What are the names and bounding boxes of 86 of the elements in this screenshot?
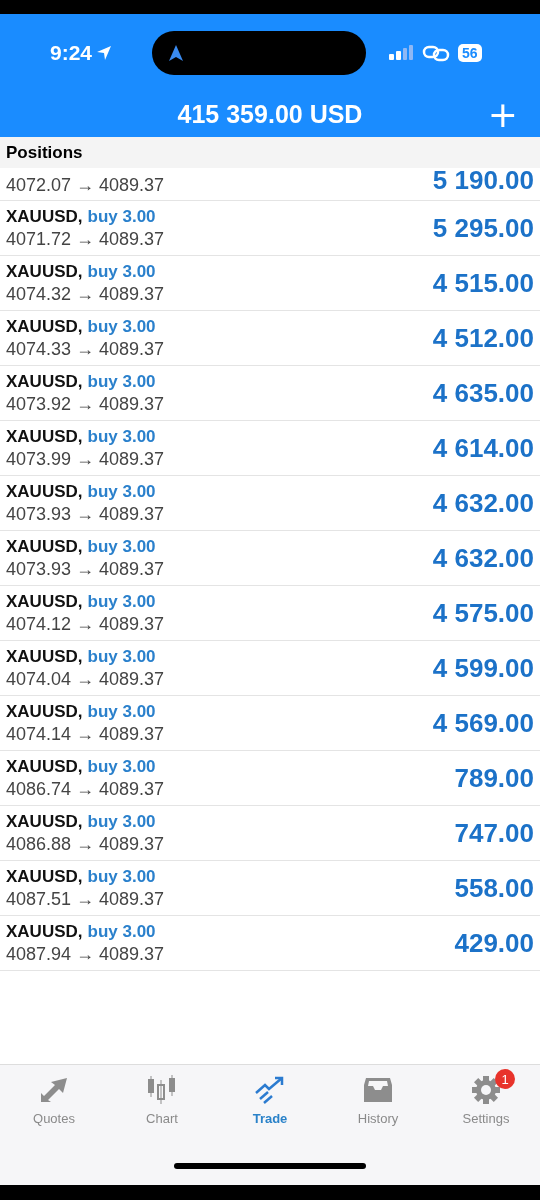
position-symbol: XAUUSD, bbox=[6, 701, 83, 722]
position-prices: 4073.93 → 4089.37 bbox=[6, 503, 165, 525]
position-row[interactable]: XAUUSD, buy 3.00 4074.04 → 4089.37 4 599.00 bbox=[0, 641, 540, 696]
position-side: buy 3.00 bbox=[87, 866, 156, 887]
position-symbol: XAUUSD, bbox=[6, 536, 83, 557]
position-row[interactable]: 4072.07 → 4089.37 5 190.00 bbox=[0, 168, 540, 201]
tab-button[interactable]: Trade bbox=[216, 1065, 324, 1147]
section-header: Positions bbox=[0, 137, 540, 168]
battery-level: 56 bbox=[458, 44, 482, 62]
navigation-icon bbox=[168, 44, 185, 62]
position-prices: 4074.04 → 4089.37 bbox=[6, 668, 165, 690]
position-row[interactable]: XAUUSD, buy 3.00 4071.72 → 4089.37 5 295.00 bbox=[0, 201, 540, 256]
position-symbol: XAUUSD, bbox=[6, 591, 83, 612]
position-row[interactable]: XAUUSD, buy 3.00 4074.12 → 4089.37 4 575.00 bbox=[0, 586, 540, 641]
position-profit: 4 599.00 bbox=[432, 652, 534, 684]
position-profit: 4 632.00 bbox=[432, 542, 534, 574]
position-row[interactable]: XAUUSD, buy 3.00 4073.93 → 4089.37 4 632.00 bbox=[0, 531, 540, 586]
position-prices: 4074.14 → 4089.37 bbox=[6, 723, 165, 745]
position-side: buy 3.00 bbox=[87, 261, 156, 282]
position-side: buy 3.00 bbox=[87, 206, 156, 227]
position-row[interactable]: XAUUSD, buy 3.00 4074.14 → 4089.37 4 569.00 bbox=[0, 696, 540, 751]
position-profit: 429.00 bbox=[454, 927, 534, 959]
position-row[interactable]: XAUUSD, buy 3.00 4073.99 → 4089.37 4 614.00 bbox=[0, 421, 540, 476]
position-side: buy 3.00 bbox=[87, 316, 156, 337]
position-prices: 4086.74 → 4089.37 bbox=[6, 778, 165, 800]
position-prices: 4072.07 → 4089.37 bbox=[6, 175, 165, 196]
position-side: buy 3.00 bbox=[87, 371, 156, 392]
position-profit: 4 512.00 bbox=[432, 322, 534, 354]
position-profit: 4 515.00 bbox=[432, 267, 534, 299]
position-side: buy 3.00 bbox=[87, 591, 156, 612]
position-symbol: XAUUSD, bbox=[6, 646, 83, 667]
position-row[interactable]: XAUUSD, buy 3.00 4086.88 → 4089.37 747.00 bbox=[0, 806, 540, 861]
position-profit: 747.00 bbox=[454, 817, 534, 849]
position-side: buy 3.00 bbox=[87, 811, 156, 832]
position-symbol: XAUUSD, bbox=[6, 316, 83, 337]
position-symbol: XAUUSD, bbox=[6, 206, 83, 227]
position-row[interactable]: XAUUSD, buy 3.00 4086.74 → 4089.37 789.00 bbox=[0, 751, 540, 806]
position-profit: 4 632.00 bbox=[432, 487, 534, 519]
position-prices: 4071.72 → 4089.37 bbox=[6, 228, 165, 250]
position-prices: 4087.94 → 4089.37 bbox=[6, 943, 165, 965]
position-profit: 4 569.00 bbox=[432, 707, 534, 739]
position-row[interactable]: XAUUSD, buy 3.00 4087.51 → 4089.37 558.00 bbox=[0, 861, 540, 916]
position-symbol: XAUUSD, bbox=[6, 371, 83, 392]
position-prices: 4087.51 → 4089.37 bbox=[6, 888, 165, 910]
position-symbol: XAUUSD, bbox=[6, 426, 83, 447]
position-symbol: XAUUSD, bbox=[6, 921, 83, 942]
position-row[interactable]: XAUUSD, buy 3.00 4087.94 → 4089.37 429.00 bbox=[0, 916, 540, 971]
position-symbol: XAUUSD, bbox=[6, 866, 83, 887]
signal-icon bbox=[388, 45, 415, 61]
location-arrow-icon bbox=[96, 45, 113, 61]
position-symbol: XAUUSD, bbox=[6, 756, 83, 777]
position-symbol: XAUUSD, bbox=[6, 261, 83, 282]
link-icon bbox=[422, 44, 451, 62]
position-profit: 4 614.00 bbox=[432, 432, 534, 464]
position-prices: 4073.99 → 4089.37 bbox=[6, 448, 165, 470]
position-side: buy 3.00 bbox=[87, 756, 156, 777]
position-profit: 4 635.00 bbox=[432, 377, 534, 409]
position-profit: 5 295.00 bbox=[432, 212, 534, 244]
position-row[interactable]: XAUUSD, buy 3.00 4074.32 → 4089.37 4 515.00 bbox=[0, 256, 540, 311]
position-side: buy 3.00 bbox=[87, 426, 156, 447]
position-prices: 4074.12 → 4089.37 bbox=[6, 613, 165, 635]
position-side: buy 3.00 bbox=[87, 701, 156, 722]
position-prices: 4074.32 → 4089.37 bbox=[6, 283, 165, 305]
position-profit: 4 575.00 bbox=[432, 597, 534, 629]
position-prices: 4074.33 → 4089.37 bbox=[6, 338, 165, 360]
position-side: buy 3.00 bbox=[87, 921, 156, 942]
position-side: buy 3.00 bbox=[87, 646, 156, 667]
status-time: 9:24 bbox=[50, 41, 93, 65]
balance-title: 415 359.00 USD bbox=[177, 100, 363, 129]
position-prices: 4086.88 → 4089.37 bbox=[6, 833, 165, 855]
tab-button[interactable]: 1 Settings bbox=[432, 1065, 540, 1147]
notification-badge: 1 bbox=[495, 1069, 515, 1089]
position-profit: 5 190.00 bbox=[432, 165, 534, 196]
position-symbol: XAUUSD, bbox=[6, 481, 83, 502]
position-row[interactable]: XAUUSD, buy 3.00 4073.93 → 4089.37 4 632.00 bbox=[0, 476, 540, 531]
position-prices: 4073.92 → 4089.37 bbox=[6, 393, 165, 415]
position-prices: 4073.93 → 4089.37 bbox=[6, 558, 165, 580]
position-profit: 558.00 bbox=[454, 872, 534, 904]
settings-icon bbox=[469, 1075, 503, 1105]
position-row[interactable]: XAUUSD, buy 3.00 4073.92 → 4089.37 4 635.00 bbox=[0, 366, 540, 421]
position-profit: 789.00 bbox=[454, 762, 534, 794]
position-side: buy 3.00 bbox=[87, 536, 156, 557]
position-side: buy 3.00 bbox=[87, 481, 156, 502]
position-row[interactable]: XAUUSD, buy 3.00 4074.33 → 4089.37 4 512.00 bbox=[0, 311, 540, 366]
inbox-icon bbox=[361, 1075, 395, 1105]
position-symbol: XAUUSD, bbox=[6, 811, 83, 832]
